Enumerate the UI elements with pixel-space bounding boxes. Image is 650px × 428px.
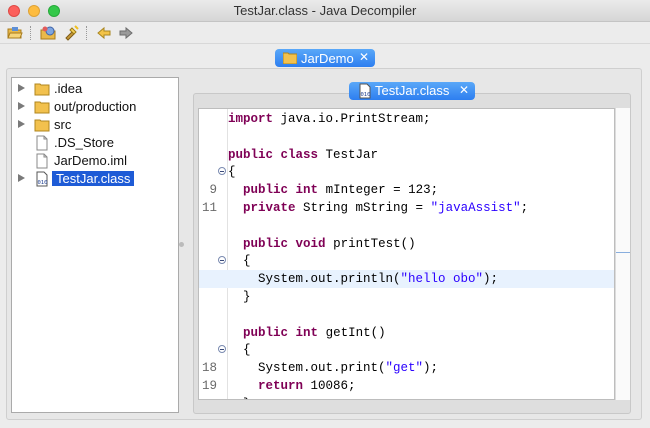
- expand-arrow-icon[interactable]: [18, 120, 25, 128]
- code-text: }: [228, 290, 251, 304]
- code-line[interactable]: 18 System.out.print("get");: [199, 359, 614, 377]
- folder-icon: [34, 83, 50, 96]
- code-line[interactable]: {: [199, 341, 614, 359]
- tree-item-label: .DS_Store: [54, 135, 114, 150]
- line-number: 11: [201, 201, 217, 215]
- code-text: System.out.print("get");: [228, 361, 439, 376]
- line-number: 19: [201, 379, 217, 393]
- code-line[interactable]: public void printTest(): [199, 235, 614, 253]
- arrow-left-icon: [97, 26, 111, 40]
- line-number: 9: [209, 183, 217, 198]
- open-file-button[interactable]: [7, 25, 23, 41]
- splitter-handle[interactable]: [179, 242, 184, 247]
- class-file-icon: 010: [359, 83, 371, 99]
- tree-item-label: TestJar.class: [52, 171, 135, 186]
- code-text: }: [228, 397, 251, 399]
- code-text: public int getInt(): [243, 325, 386, 340]
- open-type-button[interactable]: [40, 25, 56, 41]
- code-line[interactable]: import java.io.PrintStream;: [199, 110, 614, 128]
- code-text: System.out.println("hello obo");: [228, 272, 499, 287]
- code-line[interactable]: [199, 128, 614, 146]
- svg-text:010: 010: [38, 180, 48, 186]
- code-line[interactable]: }: [199, 288, 614, 306]
- fold-toggle-icon[interactable]: [218, 345, 226, 354]
- toolbar-separator: [86, 26, 87, 40]
- toolbar: [0, 22, 650, 44]
- search-button[interactable]: [63, 25, 79, 41]
- overview-marker: [616, 252, 630, 253]
- code-line[interactable]: }: [199, 395, 614, 399]
- expand-arrow-icon[interactable]: [18, 102, 25, 110]
- tree-item-label: .idea: [54, 81, 83, 96]
- folder-icon: [34, 101, 50, 114]
- code-line[interactable]: 9 public int mInteger = 123;: [199, 181, 614, 199]
- folder-icon: [34, 119, 50, 132]
- file-icon: [36, 153, 48, 169]
- file-tree: .idea out/production src .DS_Store JarDe…: [11, 77, 179, 413]
- code-text: public void printTest(): [243, 236, 416, 251]
- toolbar-separator: [30, 26, 31, 40]
- code-text: {: [228, 254, 251, 269]
- back-button[interactable]: [96, 25, 112, 41]
- close-tab-icon[interactable]: ✕: [359, 50, 369, 64]
- arrow-right-icon: [119, 26, 133, 40]
- code-editor[interactable]: import java.io.PrintStream; public class …: [198, 108, 615, 400]
- tree-item-label: out/production: [54, 99, 137, 114]
- code-text: public class TestJar: [228, 147, 379, 162]
- code-line[interactable]: System.out.println("hello obo");: [199, 270, 614, 289]
- code-line[interactable]: {: [199, 163, 614, 181]
- code-text: public int mInteger = 123;: [243, 183, 439, 198]
- code-line[interactable]: 11 private String mString = "javaAssist"…: [199, 199, 614, 217]
- svg-text:010: 010: [361, 92, 371, 98]
- code-text: {: [228, 343, 251, 358]
- code-text: private String mString = "javaAssist";: [243, 201, 529, 215]
- tab-label: JarDemo: [301, 50, 354, 66]
- code-line[interactable]: public int getInt(): [199, 324, 614, 342]
- code-line[interactable]: [199, 306, 614, 324]
- tab-testjar-class[interactable]: 010 TestJar.class ✕: [349, 82, 475, 100]
- code-line[interactable]: 19 return 10086;: [199, 377, 614, 395]
- code-line[interactable]: public class TestJar: [199, 146, 614, 164]
- code-text: {: [228, 165, 236, 180]
- fold-toggle-icon[interactable]: [218, 167, 226, 176]
- code-text: return 10086;: [258, 379, 356, 393]
- folder-open-icon: [7, 27, 23, 39]
- fold-toggle-icon[interactable]: [218, 256, 226, 265]
- title-bar: TestJar.class - Java Decompiler: [0, 0, 650, 22]
- tab-label: TestJar.class: [375, 83, 450, 98]
- code-line[interactable]: {: [199, 252, 614, 270]
- package-icon: [40, 26, 56, 40]
- line-number: 18: [201, 361, 217, 376]
- forward-button[interactable]: [118, 25, 134, 41]
- expand-arrow-icon[interactable]: [18, 84, 25, 92]
- tree-item-label: JarDemo.iml: [54, 153, 127, 168]
- close-tab-icon[interactable]: ✕: [459, 83, 469, 97]
- expand-arrow-icon[interactable]: [18, 174, 25, 182]
- class-file-icon: 010: [36, 171, 48, 187]
- code-line[interactable]: [199, 217, 614, 235]
- folder-icon: [283, 52, 297, 64]
- tree-item-label: src: [54, 117, 72, 132]
- overview-ruler[interactable]: [615, 108, 630, 400]
- file-icon: [36, 135, 48, 151]
- tab-jardemo[interactable]: JarDemo ✕: [275, 49, 375, 67]
- flashlight-icon: [65, 25, 79, 41]
- window-title: TestJar.class - Java Decompiler: [233, 3, 417, 18]
- code-text: import java.io.PrintStream;: [228, 112, 431, 126]
